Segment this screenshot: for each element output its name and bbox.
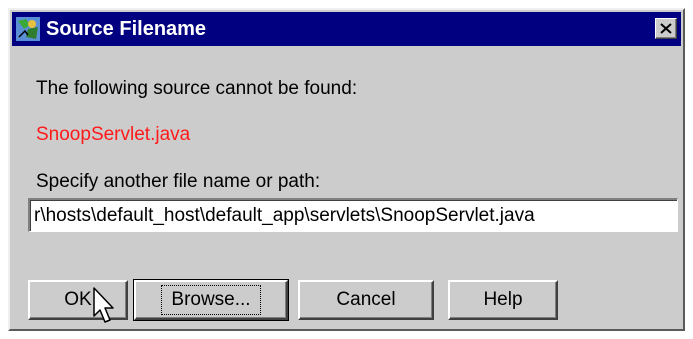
help-button[interactable]: Help — [448, 280, 558, 320]
app-icon — [16, 17, 40, 41]
source-filename-dialog: Source Filename The following source can… — [8, 8, 685, 331]
close-button[interactable] — [655, 18, 677, 39]
close-icon — [660, 23, 672, 34]
path-input[interactable] — [28, 198, 678, 232]
mouse-pointer-icon — [93, 287, 114, 323]
title-bar[interactable]: Source Filename — [12, 12, 681, 46]
browse-button[interactable]: Browse... — [133, 279, 289, 321]
browse-button-label: Browse... — [161, 285, 261, 315]
cancel-button[interactable]: Cancel — [298, 280, 434, 320]
not-found-message: The following source cannot be found: — [36, 78, 358, 99]
dialog-title: Source Filename — [46, 18, 207, 40]
cancel-button-label: Cancel — [336, 289, 396, 310]
help-button-label: Help — [483, 289, 523, 310]
ok-button-label: OK — [64, 289, 92, 310]
path-prompt-label: Specify another file name or path: — [36, 171, 321, 192]
missing-filename: SnoopServlet.java — [36, 124, 191, 145]
